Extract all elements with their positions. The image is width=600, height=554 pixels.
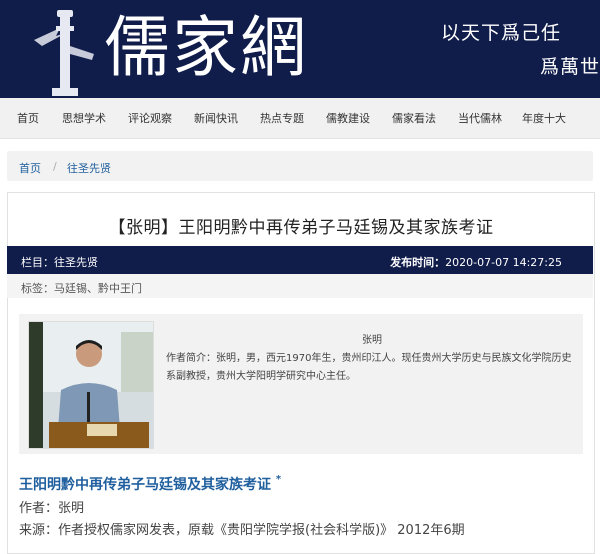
tags-text[interactable]: 标签：马廷锡、黔中王门 [21, 280, 142, 296]
author-photo [28, 321, 154, 449]
site-banner: 儒家網 以天下爲己任 爲萬世 [0, 0, 600, 98]
nav-item-home[interactable]: 首页 [17, 110, 39, 126]
nav-item-views[interactable]: 儒家看法 [392, 110, 436, 126]
author-bio: 作者简介：张明，男，西元1970年生，贵州印江人。现任贵州大学历史与民族文化学院… [166, 353, 572, 382]
publish-time-value: 2020-07-07 14:27:25 [445, 256, 562, 269]
article-publish-time: 发布时间：2020-07-07 14:27:25 [390, 254, 562, 270]
nav-item-commentary[interactable]: 评论观察 [128, 110, 172, 126]
breadcrumb-separator: / [53, 160, 57, 173]
nav-item-topics[interactable]: 热点专题 [260, 110, 304, 126]
main-nav: 首页 思想学术 评论观察 新闻快讯 热点专题 儒教建设 儒家看法 当代儒林 年度… [0, 98, 600, 139]
article-column[interactable]: 栏目：往圣先贤 [21, 254, 98, 270]
breadcrumb-home-link[interactable]: 首页 [19, 160, 41, 176]
breadcrumb-current-link[interactable]: 往圣先贤 [67, 160, 111, 176]
nav-item-scholars[interactable]: 当代儒林 [458, 110, 502, 126]
nav-item-thought[interactable]: 思想学术 [62, 110, 106, 126]
article-source-line: 来源：作者授权儒家网发表，原载《贵阳学院学报(社会科学版)》 2012年6期 [19, 523, 465, 538]
article-author-line: 作者：张明 [19, 501, 85, 516]
article-title: 【张明】王阳明黔中再传弟子马廷锡及其家族考证 [108, 218, 494, 238]
author-photo-image [29, 322, 153, 448]
huabiao-pillar-icon [34, 10, 94, 96]
article-subtitle: 王阳明黔中再传弟子马廷锡及其家族考证 * [19, 474, 281, 494]
breadcrumb: 首页 / 往圣先贤 [7, 151, 593, 181]
nav-item-top-ten[interactable]: 年度十大 [522, 110, 566, 126]
site-logo[interactable]: 儒家網 [104, 6, 308, 90]
nav-item-news[interactable]: 新闻快讯 [194, 110, 238, 126]
article-tags: 标签：马廷锡、黔中王门 [7, 274, 593, 298]
subtitle-text: 王阳明黔中再传弟子马廷锡及其家族考证 [19, 477, 271, 493]
publish-label: 发布时间： [390, 256, 446, 269]
slogan-line-1: 以天下爲己任 [441, 22, 562, 44]
subtitle-footnote-mark[interactable]: * [276, 474, 281, 485]
article-meta-bar: 栏目：往圣先贤 发布时间：2020-07-07 14:27:25 [7, 246, 593, 274]
author-name: 张明 [362, 335, 382, 346]
slogan-line-2: 爲萬世 [540, 56, 600, 78]
nav-item-confucian-church[interactable]: 儒教建设 [326, 110, 370, 126]
